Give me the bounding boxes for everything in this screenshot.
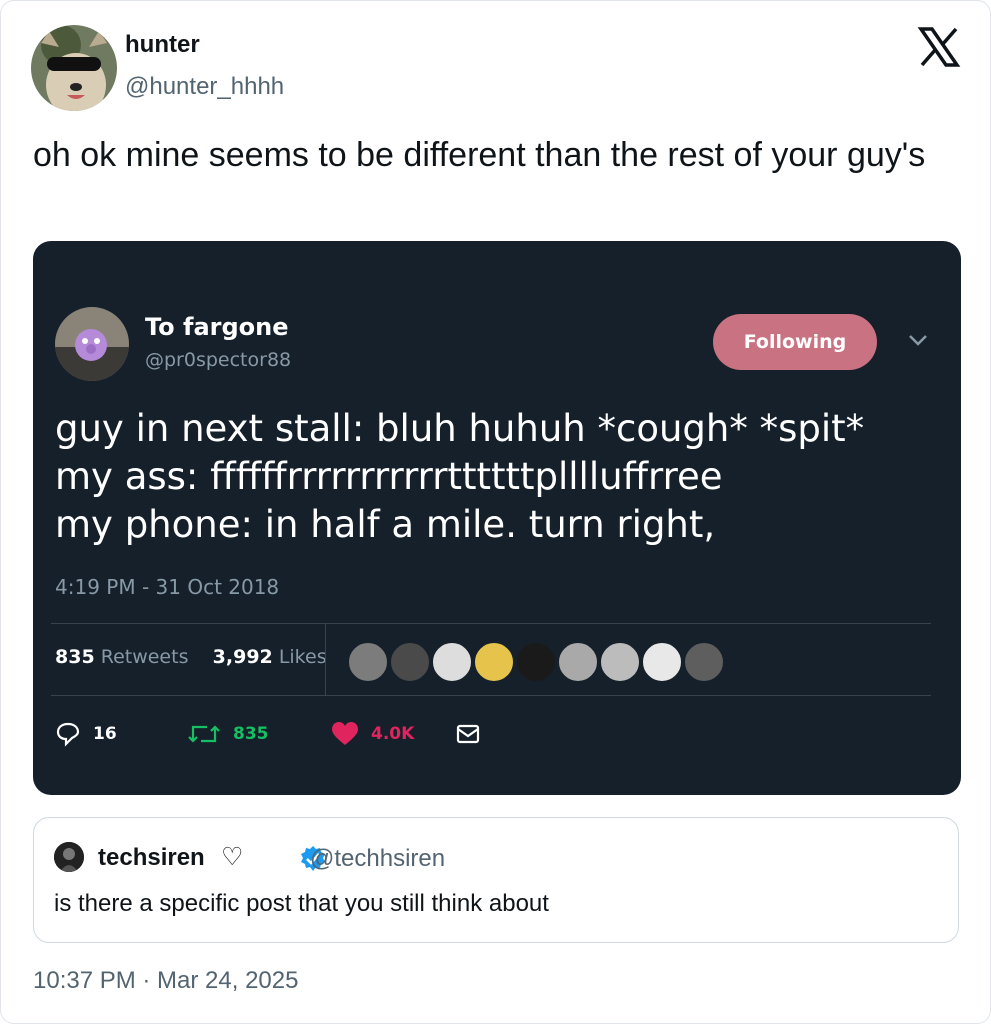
- quoted-author-handle: @techhsiren: [310, 845, 446, 872]
- quoted-author-name: techsiren: [98, 844, 205, 872]
- liker-avatar: [557, 641, 599, 683]
- like-action: 4.0K: [331, 719, 414, 749]
- divider: [51, 695, 931, 696]
- chevron-down-icon: [909, 335, 927, 346]
- message-action: [455, 719, 493, 749]
- divider: [325, 624, 326, 696]
- retweets-label: Retweets: [100, 646, 189, 668]
- liker-avatar: [389, 641, 431, 683]
- retweet-count: 835: [233, 724, 269, 744]
- media-tweet-actions: 16 835 4.0K: [55, 719, 555, 753]
- liker-avatar: [473, 641, 515, 683]
- heart-icon: [332, 722, 358, 745]
- media-tweet-text: guy in next stall: bluh huhuh *cough* *s…: [55, 405, 864, 549]
- following-button: Following: [713, 314, 877, 370]
- author-handle[interactable]: @hunter_hhhh: [125, 73, 284, 101]
- tweet-media-screenshot[interactable]: To fargone @pr0spector88 Following guy i…: [33, 241, 961, 795]
- reply-action: 16: [55, 719, 117, 749]
- media-tweet-line: my ass: ffffffrrrrrrrrrrrttttttplllluffr…: [55, 455, 723, 498]
- likes-label: Likes: [278, 646, 327, 668]
- x-logo-icon[interactable]: [917, 25, 961, 69]
- media-tweet-line: my phone: in half a mile. turn right,: [55, 503, 716, 546]
- media-author-name: To fargone: [145, 313, 289, 341]
- tweet-timestamp[interactable]: 10:37 PM · Mar 24, 2025: [33, 967, 298, 995]
- divider: [51, 623, 931, 624]
- quoted-tweet-text: is there a specific post that you still …: [54, 890, 549, 917]
- liker-avatar: [515, 641, 557, 683]
- quoted-tweet[interactable]: techsiren ♡ @techhsiren is there a speci…: [33, 817, 959, 943]
- author-display-name[interactable]: hunter: [125, 31, 200, 59]
- reply-count: 16: [93, 724, 117, 744]
- retweets-count: 835: [55, 646, 95, 668]
- message-icon: [456, 724, 480, 744]
- retweet-icon: [188, 725, 220, 743]
- media-tweet-stats: 835 Retweets 3,992 Likes: [55, 646, 327, 668]
- tweet-text: oh ok mine seems to be different than th…: [33, 136, 926, 174]
- like-count: 4.0K: [371, 724, 415, 744]
- liker-avatar: [431, 641, 473, 683]
- likes-count: 3,992: [212, 646, 273, 668]
- reply-icon: [56, 722, 80, 747]
- liker-avatar: [347, 641, 389, 683]
- media-author-handle: @pr0spector88: [145, 349, 292, 371]
- media-tweet-time: 4:19 PM - 31 Oct 2018: [55, 575, 280, 599]
- tweet-card: hunter @hunter_hhhh oh ok mine seems to …: [0, 0, 991, 1024]
- liker-avatar: [599, 641, 641, 683]
- liker-avatar: [641, 641, 683, 683]
- liker-avatar: [683, 641, 725, 683]
- quoted-author-name-suffix: ♡: [221, 842, 244, 871]
- media-tweet-line: guy in next stall: bluh huhuh *cough* *s…: [55, 407, 865, 450]
- retweet-action: 835: [187, 719, 269, 749]
- quoted-author-avatar: [54, 842, 84, 872]
- quoted-author-display-name: techsiren: [98, 844, 205, 871]
- media-author-avatar: [55, 307, 129, 381]
- author-avatar[interactable]: [31, 25, 117, 111]
